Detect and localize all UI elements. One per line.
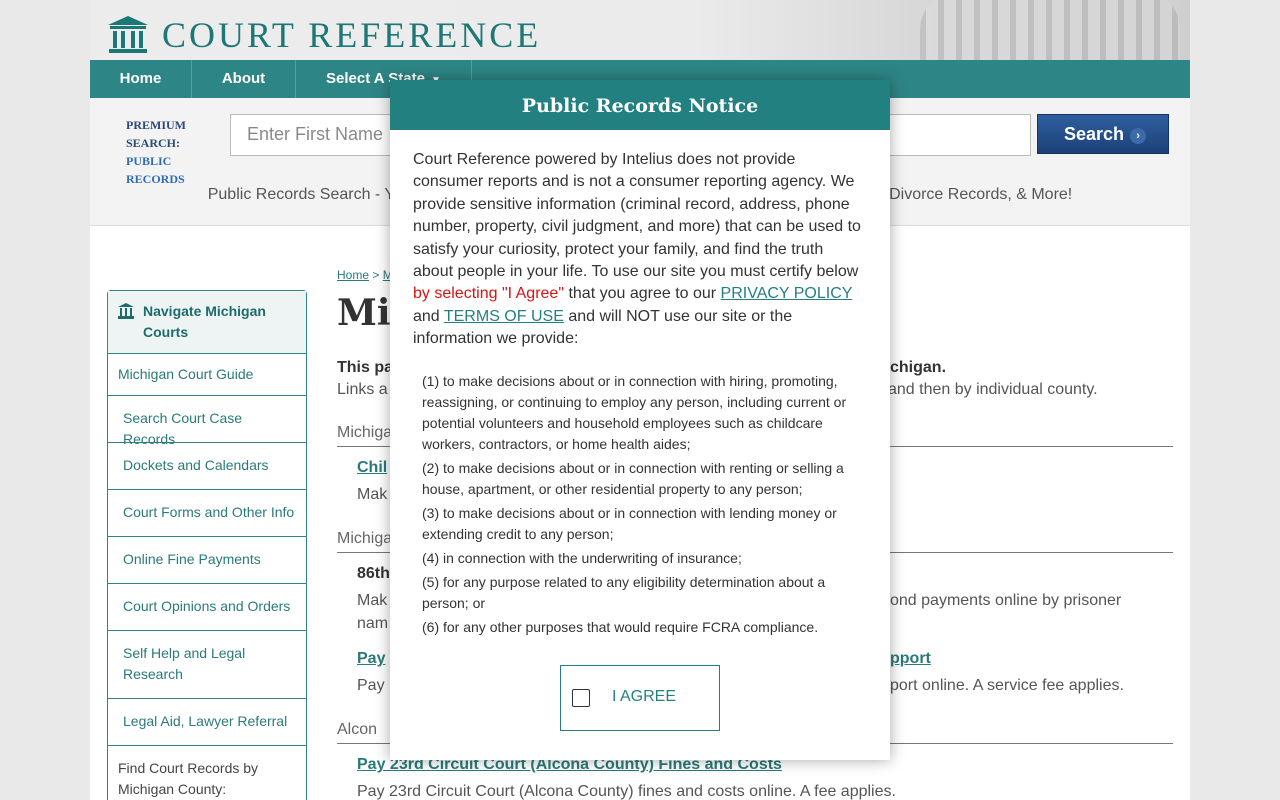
nav-home[interactable]: Home [90,60,192,98]
nav-about[interactable]: About [192,60,296,98]
content-link-end[interactable]: pport [890,650,931,668]
clause-item: (2) to make decisions about or in connec… [422,459,844,497]
clause-item: (6) for any other purposes that would re… [422,618,819,635]
sidebar-item-opinions[interactable]: Court Opinions and Orders [108,584,306,631]
intro-text-end: and then by individual county. [888,381,1098,398]
intro-text: Links a [337,381,388,398]
sidebar-item-forms[interactable]: Court Forms and Other Info [108,490,306,537]
chevron-right-icon: › [1130,128,1147,144]
content-bold: 86th [357,565,390,582]
premium-line: SEARCH: [126,136,181,150]
sidebar-item-self-help[interactable]: Self Help and Legal Research [108,631,306,699]
sidebar-heading: Navigate Michigan Courts [108,291,306,354]
clause-item: (1) to make decisions about or in connec… [422,372,847,452]
content-text: Mak [357,592,388,609]
agree-checkbox[interactable] [572,689,590,707]
breadcrumb: Home > M [337,268,393,282]
sidebar-item-court-guide[interactable]: Michigan Court Guide [108,354,306,396]
agree-label: I AGREE [612,688,677,705]
modal-title: Public Records Notice [390,80,890,130]
tagline-left: Public Records Search - Y [207,186,396,203]
breadcrumb-sep: > [372,268,380,282]
content-text-end: port online. A service fee applies. [890,677,1124,694]
clause-item: (5) for any purpose related to any eligi… [422,573,826,611]
sidebar-item-case-records[interactable]: Search Court Case Records [108,396,306,447]
content-text: Pay 23rd Circuit Court (Alcona County) f… [357,783,896,800]
intro-warning: by selecting "I Agree" [413,285,564,303]
content-link[interactable]: Pay [357,650,385,668]
intro-text: and [413,307,444,325]
sidebar-item-legal-aid[interactable]: Legal Aid, Lawyer Referral [108,699,306,746]
sidebar-county-heading: Find Court Records by Michigan County: [118,760,259,797]
tagline-right: Divorce Records, & More! [889,186,1073,203]
premium-search-label: PREMIUM SEARCH: PUBLIC RECORDS [126,116,206,188]
search-button[interactable]: Search › [1037,114,1169,154]
intro-bold-end: chigan. [890,359,947,376]
search-button-label: Search [1064,124,1125,144]
site-header: COURT REFERENCE [90,0,1190,60]
content-text-end: ond payments online by prisoner [890,592,1122,609]
clause-item: (4) in connection with the underwriting … [422,549,742,566]
sidebar-item-dockets[interactable]: Dockets and Calendars [108,443,306,490]
clause-list: (1) to make decisions about or in connec… [413,371,867,638]
content-text: Mak [357,486,388,503]
brand-logo-text[interactable]: COURT REFERENCE [162,14,541,56]
intro-bold: This pa [337,359,394,376]
public-records-notice-modal: Public Records Notice Court Reference po… [390,80,890,760]
sidebar: Navigate Michigan Courts Michigan Court … [107,290,307,800]
intro-text: Court Reference powered by Intelius does… [413,151,861,281]
courthouse-icon [118,303,134,319]
i-agree-button[interactable]: I AGREE [560,665,720,731]
content-link[interactable]: Chil [357,459,387,477]
courthouse-icon [108,16,148,53]
premium-line: PREMIUM [126,118,186,132]
courthouse-pillar-image [920,0,1180,60]
privacy-policy-link[interactable]: PRIVACY POLICY [721,285,853,302]
sidebar-heading-text: Navigate Michigan Courts [143,303,266,340]
premium-line: PUBLIC [126,154,172,168]
modal-body: Court Reference powered by Intelius does… [390,130,890,638]
terms-of-use-link[interactable]: TERMS OF USE [444,308,564,325]
modal-intro: Court Reference powered by Intelius does… [413,149,867,351]
content-text: Pay [357,677,385,694]
intro-text: that you agree to our [564,285,721,303]
sidebar-item-fine-payments[interactable]: Online Fine Payments [108,537,306,584]
breadcrumb-home[interactable]: Home [337,268,369,282]
content-text: nam [357,615,389,632]
clause-item: (3) to make decisions about or in connec… [422,504,837,542]
